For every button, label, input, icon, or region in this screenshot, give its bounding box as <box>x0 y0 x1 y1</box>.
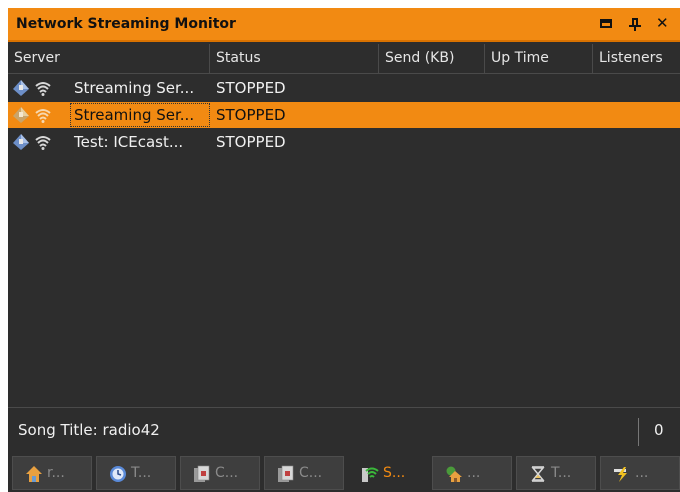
lightning-icon <box>614 467 627 482</box>
house-plant-icon <box>446 466 462 482</box>
network-icon <box>13 107 29 123</box>
status-bar: Song Title: radio42 0 <box>8 407 680 454</box>
song-title: Song Title: radio42 <box>18 421 160 439</box>
tab-label: r... <box>47 465 65 481</box>
tab-cart-1[interactable]: C... <box>180 456 260 490</box>
tab-timer[interactable]: T... <box>96 456 176 490</box>
column-listeners[interactable]: Listeners <box>593 44 680 73</box>
column-send[interactable]: Send (KB) <box>379 44 485 73</box>
server-name: Streaming Ser... <box>74 79 195 97</box>
tab-label: S... <box>383 465 406 481</box>
restore-icon[interactable] <box>600 17 614 31</box>
tab-streaming[interactable]: S... <box>348 456 428 490</box>
hourglass-icon <box>531 466 545 482</box>
tab-home[interactable]: r... <box>12 456 92 490</box>
tab-label: ... <box>635 465 649 481</box>
network-icon <box>13 80 29 96</box>
close-icon[interactable]: ✕ <box>656 14 670 32</box>
status-separator <box>638 418 639 446</box>
tab-label: T... <box>131 465 152 481</box>
server-name: Streaming Ser... <box>74 106 195 124</box>
table-row-selected[interactable]: Streaming Ser... STOPPED <box>8 102 680 128</box>
network-icon <box>13 134 29 150</box>
table-row[interactable]: Test: ICEcast... STOPPED <box>8 129 680 155</box>
tab-label: ... <box>467 465 481 481</box>
wifi-icon <box>35 136 51 150</box>
wifi-icon <box>35 82 51 96</box>
title-bar[interactable]: Network Streaming Monitor ✕ <box>8 8 680 42</box>
document-tabs: r... T... C... C... S... ... T... ... <box>8 454 680 492</box>
table-row[interactable]: Streaming Ser... STOPPED <box>8 75 680 101</box>
server-status: STOPPED <box>216 79 286 97</box>
server-status: STOPPED <box>216 106 286 124</box>
column-status[interactable]: Status <box>210 44 379 73</box>
network-streaming-monitor-window: Network Streaming Monitor ✕ Server Statu… <box>8 8 680 492</box>
wifi-icon <box>362 467 379 482</box>
tab-label: T... <box>551 465 572 481</box>
server-name: Test: ICEcast... <box>74 133 184 151</box>
tab-cart-2[interactable]: C... <box>264 456 344 490</box>
cards-icon <box>278 465 294 482</box>
clock-icon <box>110 466 126 482</box>
wifi-icon <box>35 109 51 123</box>
cards-icon <box>194 465 210 482</box>
column-server[interactable]: Server <box>8 44 210 73</box>
tab-events[interactable]: ... <box>600 456 680 490</box>
home-icon <box>26 466 42 482</box>
window-title: Network Streaming Monitor <box>16 16 236 32</box>
tab-label: C... <box>299 465 323 481</box>
pin-icon[interactable] <box>629 17 643 31</box>
listener-count: 0 <box>654 421 664 439</box>
column-header: Server Status Send (KB) Up Time Listener… <box>8 44 680 74</box>
column-uptime[interactable]: Up Time <box>485 44 593 73</box>
server-status: STOPPED <box>216 133 286 151</box>
tab-label: C... <box>215 465 239 481</box>
tab-house[interactable]: ... <box>432 456 512 490</box>
tab-hourglass[interactable]: T... <box>516 456 596 490</box>
